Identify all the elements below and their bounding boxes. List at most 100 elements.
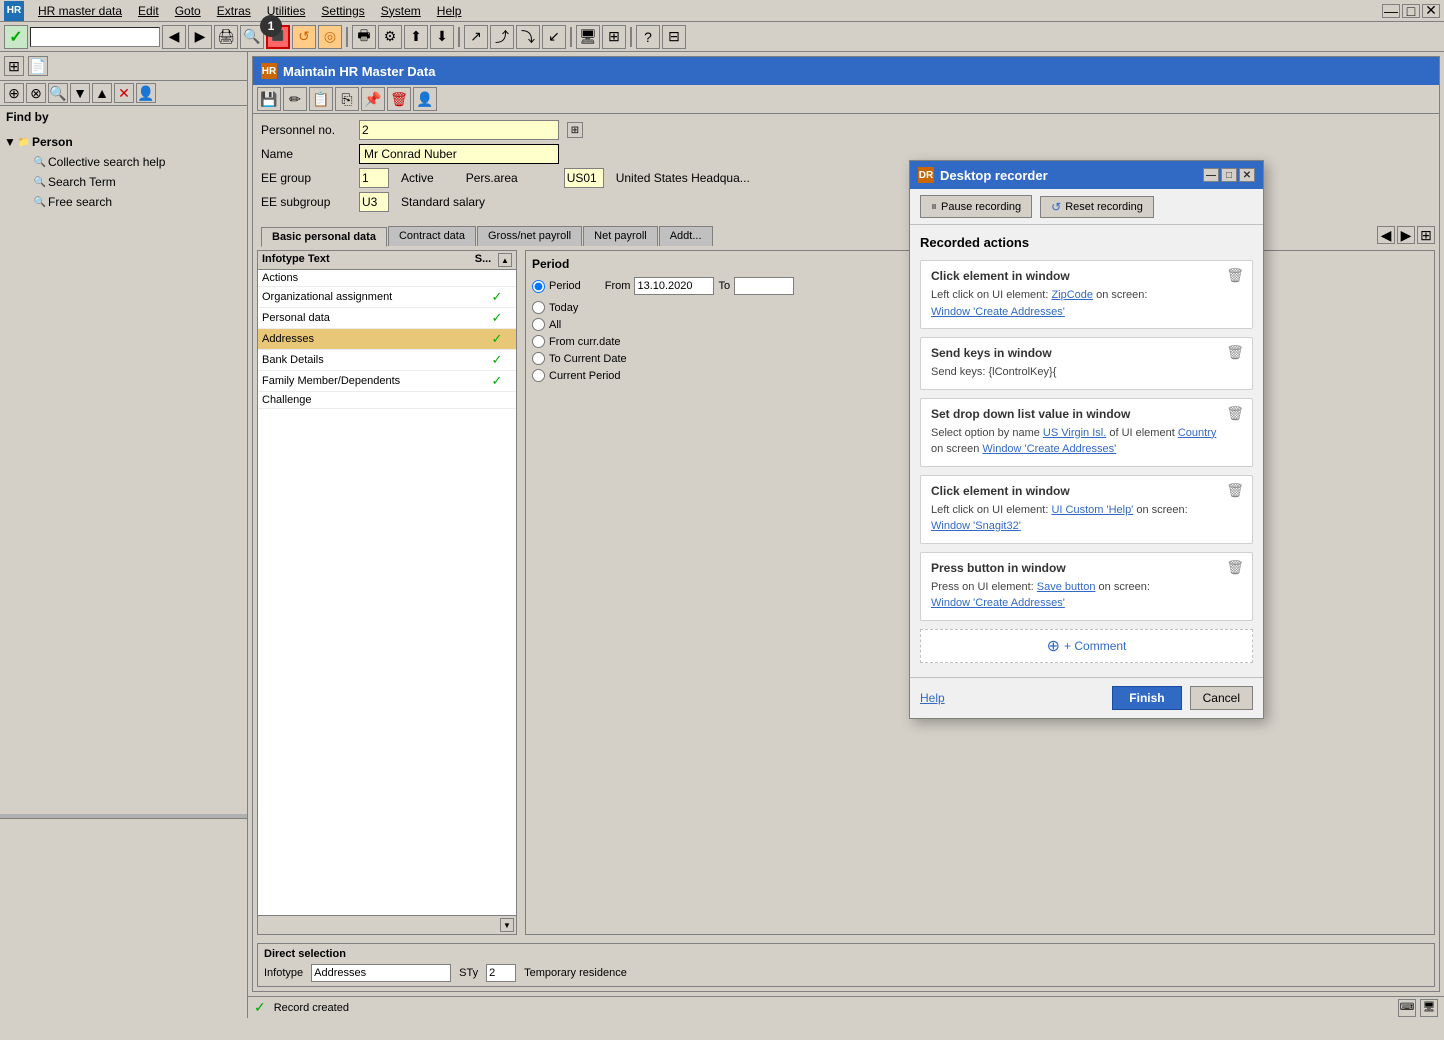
nav-btn3[interactable]: ⬆ (404, 25, 428, 49)
tab-nav-left[interactable]: ◀ (1377, 226, 1395, 244)
screen-btn1[interactable]: 🖥 (576, 25, 600, 49)
clipboard-btn[interactable]: 📋 (309, 87, 333, 111)
tab-basic-personal[interactable]: Basic personal data (261, 227, 387, 247)
curr-period-radio-input[interactable] (532, 369, 545, 382)
finish-btn[interactable]: Finish (1112, 686, 1181, 710)
menu-edit[interactable]: Edit (130, 2, 167, 20)
tree-btn1[interactable]: ⊕ (4, 83, 24, 103)
menu-extras[interactable]: Extras (209, 2, 259, 20)
infotype-row-addresses[interactable]: Addresses ✓ (258, 329, 516, 350)
status-btn2[interactable]: 🖥 (1420, 999, 1438, 1017)
tab-contract[interactable]: Contract data (388, 226, 476, 246)
personnel-input[interactable] (359, 120, 559, 140)
action-3-screen-link[interactable]: Window 'Create Addresses' (982, 443, 1116, 455)
infotype-row-challenge[interactable]: Challenge (258, 392, 516, 409)
person-btn[interactable]: 👤 (413, 87, 437, 111)
recorder-maximize-btn[interactable]: □ (1221, 168, 1237, 182)
tree-btn3[interactable]: 🔍 (48, 83, 68, 103)
action-4-delete-btn[interactable]: 🗑 (1226, 482, 1244, 499)
action-btn4[interactable]: ↙ (542, 25, 566, 49)
save-btn[interactable]: 💾 (257, 87, 281, 111)
tab-nav-right[interactable]: ▶ (1397, 226, 1415, 244)
expand-arrow[interactable]: ▼ (4, 135, 16, 149)
infotype-row-actions[interactable]: Actions (258, 270, 516, 287)
table-scroll-down[interactable]: ▼ (500, 918, 514, 932)
stop-btn[interactable]: ⬛ 1 (266, 25, 290, 49)
settings-btn[interactable]: ⚙ (378, 25, 402, 49)
custom-btn[interactable]: ⊟ (662, 25, 686, 49)
action-4-screen-link[interactable]: Window 'Snagit32' (931, 520, 1021, 532)
to-date-input[interactable] (734, 277, 794, 295)
edit-btn[interactable]: ✏ (283, 87, 307, 111)
win-maximize-btn[interactable]: □ (1402, 4, 1420, 18)
tree-btn7[interactable]: 👤 (136, 83, 156, 103)
personnel-lookup-btn[interactable]: ⊞ (567, 122, 583, 138)
from-date-input[interactable] (634, 277, 714, 295)
tab-addt[interactable]: Addt... (659, 226, 713, 246)
infotype-row-org[interactable]: Organizational assignment ✓ (258, 287, 516, 308)
status-btn1[interactable]: ⌨ (1398, 999, 1416, 1017)
panel-btn2[interactable]: 📄 (28, 56, 48, 76)
delete-btn[interactable]: 🗑 (387, 87, 411, 111)
print2-btn[interactable]: 🖶 (352, 25, 376, 49)
cancel-btn[interactable]: Cancel (1190, 686, 1253, 710)
period-radio[interactable]: Period (532, 280, 581, 293)
help-link[interactable]: Help (920, 691, 945, 705)
print-btn[interactable]: 🖨 (214, 25, 238, 49)
period-radio-input[interactable] (532, 280, 545, 293)
action-btn1[interactable]: ↗ (464, 25, 488, 49)
tab-expand[interactable]: ⊞ (1417, 226, 1435, 244)
action-btn2[interactable]: ⤴ (490, 25, 514, 49)
panel-btn1[interactable]: ⊞ (4, 56, 24, 76)
action-4-element-link[interactable]: UI Custom 'Help' (1051, 504, 1133, 516)
tree-btn2[interactable]: ⊗ (26, 83, 46, 103)
menu-settings[interactable]: Settings (313, 2, 372, 20)
to-curr-date-input[interactable] (532, 352, 545, 365)
menu-goto[interactable]: Goto (167, 2, 209, 20)
today-radio-input[interactable] (532, 301, 545, 314)
pause-recording-btn[interactable]: ⏸ Pause recording (920, 195, 1032, 218)
tab-gross-net[interactable]: Gross/net payroll (477, 226, 582, 246)
sidebar-item-search-term[interactable]: 🔍 Search Term (20, 172, 243, 192)
action-5-delete-btn[interactable]: 🗑 (1226, 559, 1244, 576)
tree-btn4[interactable]: ▼ (70, 83, 90, 103)
ee-subgroup-input[interactable] (359, 192, 389, 212)
tree-btn6[interactable]: ✕ (114, 83, 134, 103)
nav-btn4[interactable]: ⬇ (430, 25, 454, 49)
orange-btn2[interactable]: ◎ (318, 25, 342, 49)
win-close-btn[interactable]: ✕ (1422, 4, 1440, 18)
confirm-button[interactable]: ✓ (4, 25, 28, 49)
refresh-btn[interactable]: ↺ (292, 25, 316, 49)
reset-recording-btn[interactable]: ↺ Reset recording (1040, 196, 1154, 218)
paste-btn[interactable]: 📌 (361, 87, 385, 111)
action-3-delete-btn[interactable]: 🗑 (1226, 405, 1244, 422)
menu-system[interactable]: System (373, 2, 429, 20)
menu-hr-master[interactable]: HR master data (30, 2, 130, 20)
pers-area-code-input[interactable] (564, 168, 604, 188)
tree-btn5[interactable]: ▲ (92, 83, 112, 103)
infotype-row-bank[interactable]: Bank Details ✓ (258, 350, 516, 371)
from-curr-date-input[interactable] (532, 335, 545, 348)
action-3-element-link[interactable]: Country (1178, 427, 1217, 439)
recorder-close-btn[interactable]: ✕ (1239, 168, 1255, 182)
tab-net-payroll[interactable]: Net payroll (583, 226, 658, 246)
action-btn3[interactable]: ⤵ (516, 25, 540, 49)
copy-btn[interactable]: ⎘ (335, 87, 359, 111)
action-5-element-link[interactable]: Save button (1037, 581, 1096, 593)
action-1-delete-btn[interactable]: 🗑 (1226, 267, 1244, 284)
help-btn[interactable]: ? (636, 25, 660, 49)
sidebar-item-collective-search[interactable]: 🔍 Collective search help (20, 152, 243, 172)
infotype-row-personal[interactable]: Personal data ✓ (258, 308, 516, 329)
nav-forward-btn[interactable]: ▶ (188, 25, 212, 49)
action-3-option-link[interactable]: US Virgin Isl. (1043, 427, 1106, 439)
ee-group-input[interactable] (359, 168, 389, 188)
menu-help[interactable]: Help (429, 2, 470, 20)
infotype-row-family[interactable]: Family Member/Dependents ✓ (258, 371, 516, 392)
sty-input[interactable] (486, 964, 516, 982)
all-radio-input[interactable] (532, 318, 545, 331)
action-5-screen-link[interactable]: Window 'Create Addresses' (931, 597, 1065, 609)
command-input[interactable] (30, 27, 160, 47)
add-comment-btn[interactable]: ⊕ + Comment (920, 629, 1253, 663)
tree-person[interactable]: ▼ 📁 Person (4, 132, 243, 152)
nav-back-btn[interactable]: ◀ (162, 25, 186, 49)
